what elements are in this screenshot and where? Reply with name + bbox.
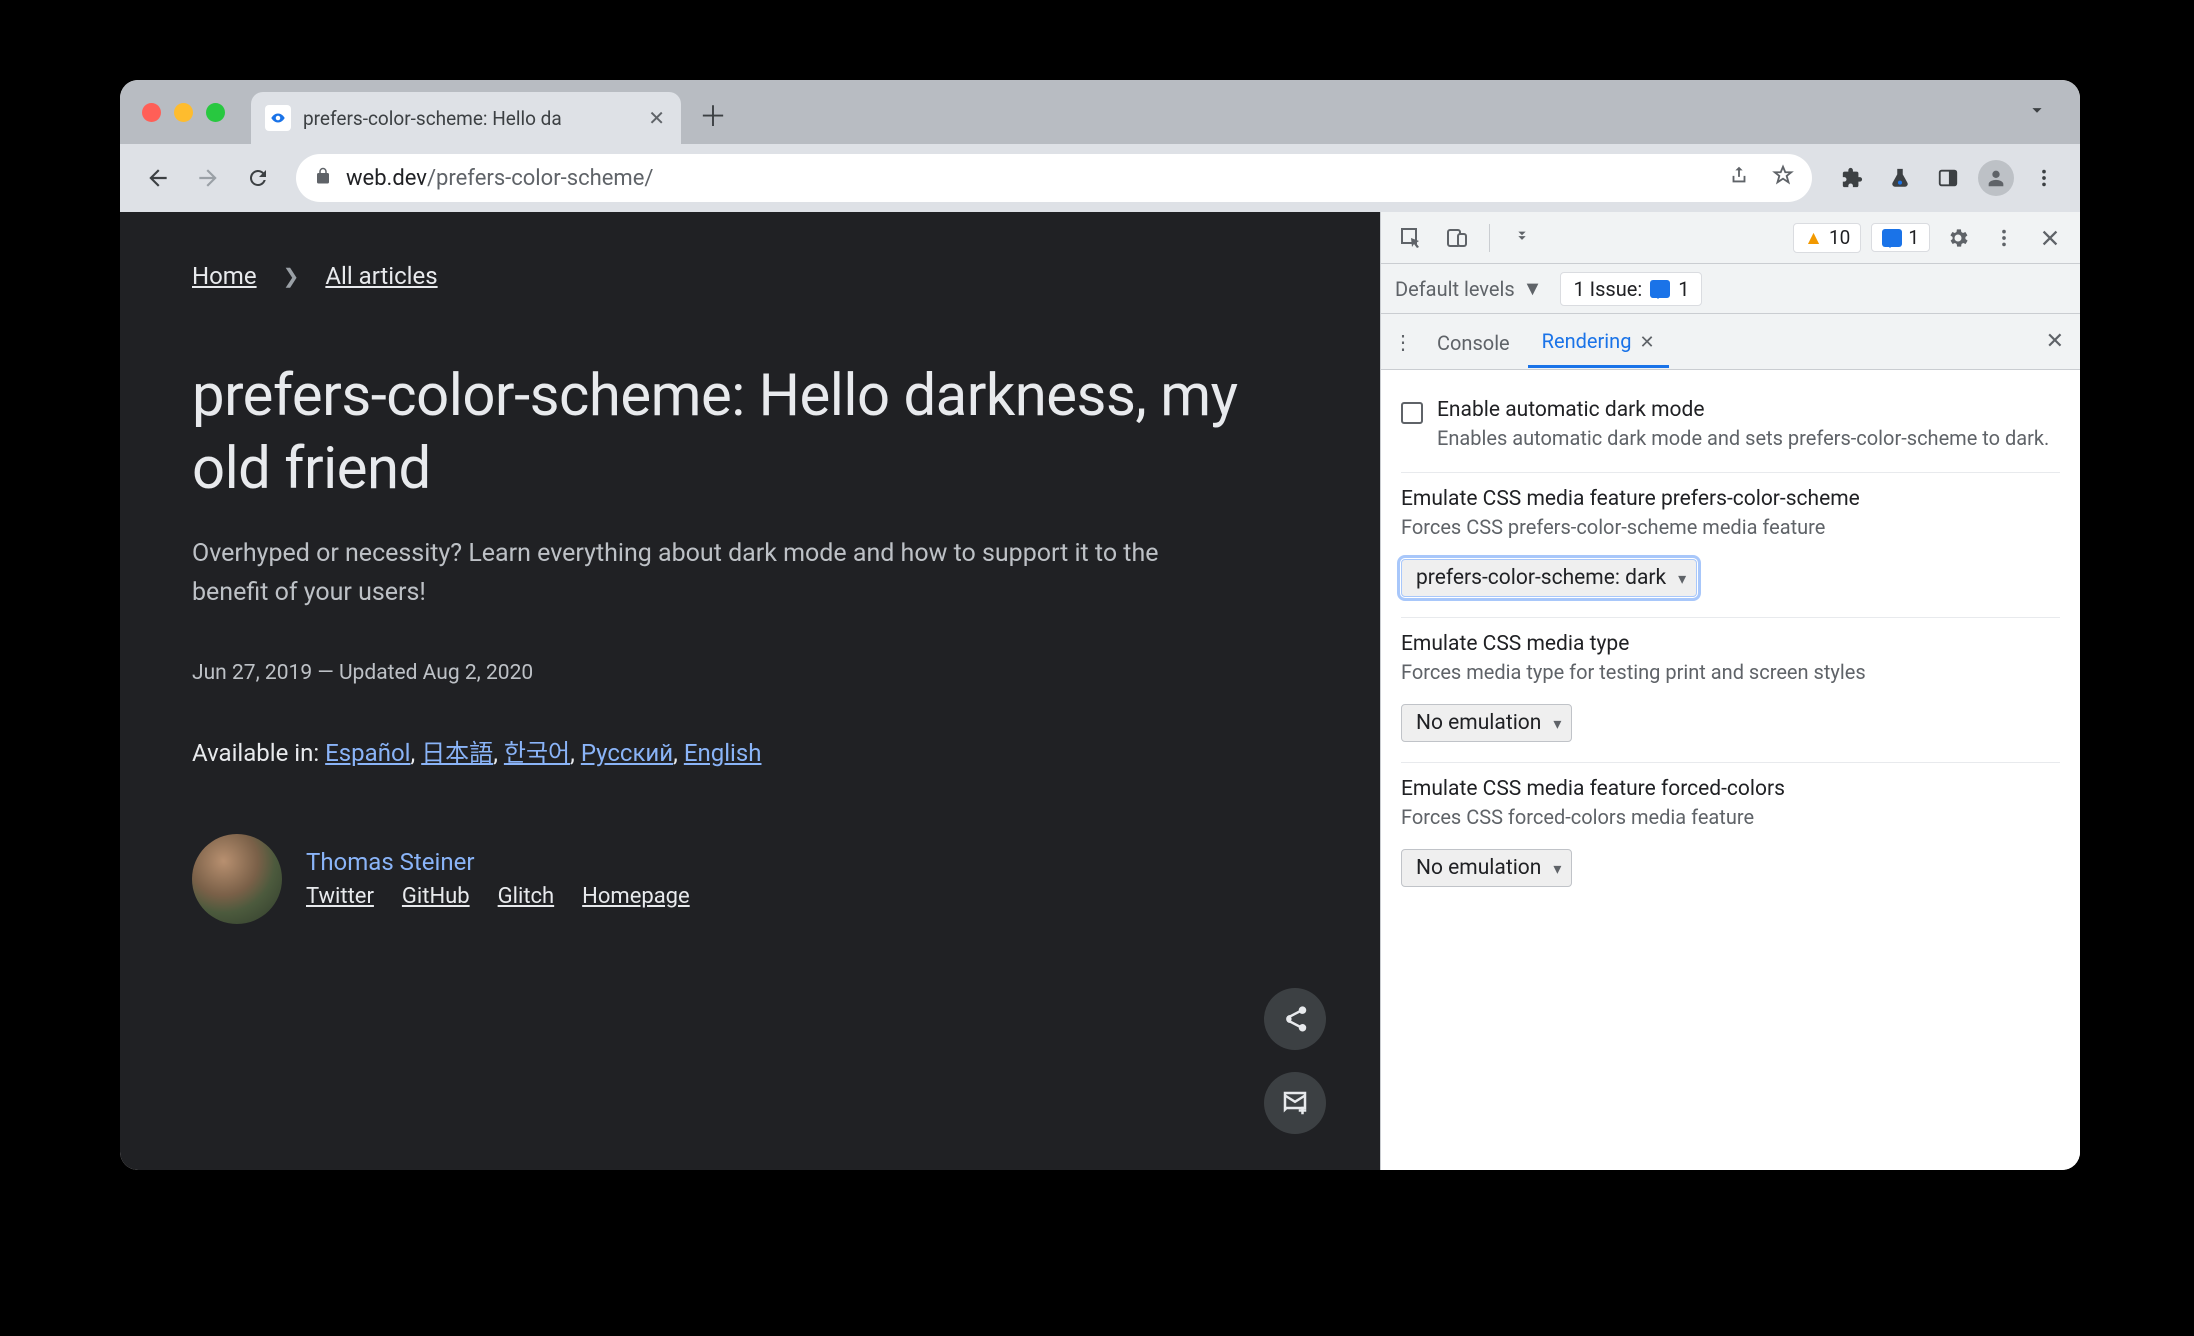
bookmark-star-icon[interactable] [1772, 164, 1794, 192]
address-bar[interactable]: web.dev/prefers-color-scheme/ [296, 154, 1812, 202]
drawer-tabs: ⋮ Console Rendering✕ ✕ [1381, 314, 2080, 370]
close-icon[interactable]: ✕ [1639, 332, 1654, 353]
tab-console[interactable]: Console [1423, 317, 1524, 367]
devtools-toolbar: ▲ 10 1 [1381, 212, 2080, 264]
toolbar-actions [1832, 158, 2064, 198]
lang-link[interactable]: Русский [581, 739, 673, 767]
favicon-icon [265, 105, 291, 131]
log-levels-dropdown[interactable]: Default levels ▼ [1395, 276, 1542, 301]
window-controls [142, 103, 225, 122]
author-block: Thomas Steiner Twitter GitHub Glitch Hom… [192, 834, 1308, 924]
settings-gear-icon[interactable] [1940, 220, 1976, 256]
console-filter-bar: Default levels ▼ 1 Issue: 1 [1381, 264, 2080, 314]
author-link-homepage[interactable]: Homepage [582, 884, 690, 909]
lang-link[interactable]: Español [325, 739, 410, 767]
forced-colors-select[interactable]: No emulation [1401, 849, 1572, 887]
web-page: Home ❯ All articles prefers-color-scheme… [120, 212, 1380, 1170]
labs-icon[interactable] [1880, 158, 1920, 198]
author-links: Twitter GitHub Glitch Homepage [306, 884, 690, 909]
section-desc: Forces CSS forced-colors media feature [1401, 803, 2060, 831]
section-desc: Forces CSS prefers-color-scheme media fe… [1401, 513, 2060, 541]
profile-avatar[interactable] [1976, 158, 2016, 198]
messages-badge[interactable]: 1 [1871, 223, 1930, 252]
page-subtitle: Overhyped or necessity? Learn everything… [192, 535, 1212, 613]
tabs-overflow-icon[interactable] [2026, 99, 2048, 125]
reload-button[interactable] [236, 156, 280, 200]
content-area: Home ❯ All articles prefers-color-scheme… [120, 212, 2080, 1170]
chevron-right-icon: ❯ [283, 264, 300, 288]
section-title: Emulate CSS media type [1401, 632, 2060, 656]
tab-rendering[interactable]: Rendering✕ [1528, 315, 1669, 368]
issue-count: 1 [1678, 277, 1689, 301]
close-drawer-icon[interactable]: ✕ [2046, 329, 2064, 354]
devtools-kebab-icon[interactable] [1986, 220, 2022, 256]
section-forced-colors: Emulate CSS media feature forced-colors … [1401, 763, 2060, 907]
drawer-menu-icon[interactable]: ⋮ [1387, 330, 1419, 354]
close-window-button[interactable] [142, 103, 161, 122]
close-tab-icon[interactable]: ✕ [648, 106, 665, 130]
browser-toolbar: web.dev/prefers-color-scheme/ [120, 144, 2080, 212]
browser-window: prefers-color-scheme: Hello da ✕ ＋ web.d… [120, 80, 2080, 1170]
warnings-badge[interactable]: ▲ 10 [1793, 223, 1861, 253]
forward-button[interactable] [186, 156, 230, 200]
auto-dark-mode-checkbox[interactable] [1401, 402, 1423, 424]
separator [1489, 224, 1490, 252]
device-toggle-icon[interactable] [1439, 220, 1475, 256]
section-title: Enable automatic dark mode [1437, 398, 2049, 422]
message-icon [1882, 229, 1902, 247]
url-text: web.dev/prefers-color-scheme/ [346, 166, 653, 191]
media-type-select[interactable]: No emulation [1401, 704, 1572, 742]
messages-count: 1 [1908, 226, 1919, 249]
extensions-icon[interactable] [1832, 158, 1872, 198]
close-devtools-icon[interactable] [2032, 220, 2068, 256]
available-in: Available in: Español, 日本語, 한국어, Русский… [192, 733, 1308, 768]
warning-icon: ▲ [1804, 226, 1823, 250]
section-title: Emulate CSS media feature forced-colors [1401, 777, 2060, 801]
tab-strip: prefers-color-scheme: Hello da ✕ ＋ [120, 80, 2080, 144]
section-media-type: Emulate CSS media type Forces media type… [1401, 618, 2060, 763]
rendering-panel: Enable automatic dark mode Enables autom… [1381, 370, 2080, 1170]
lang-link[interactable]: 한국어 [504, 739, 570, 767]
page-title: prefers-color-scheme: Hello darkness, my… [192, 360, 1308, 505]
more-tabs-icon[interactable] [1504, 220, 1540, 256]
prefers-color-scheme-select[interactable]: prefers-color-scheme: dark [1401, 559, 1697, 597]
available-label: Available in: [192, 739, 325, 767]
author-avatar [192, 834, 282, 924]
message-icon [1650, 280, 1670, 298]
devtools-panel: ▲ 10 1 [1380, 212, 2080, 1170]
kebab-menu-icon[interactable] [2024, 158, 2064, 198]
back-button[interactable] [136, 156, 180, 200]
issues-button[interactable]: 1 Issue: 1 [1560, 272, 1702, 306]
inspect-element-icon[interactable] [1393, 220, 1429, 256]
section-prefers-color-scheme: Emulate CSS media feature prefers-color-… [1401, 473, 2060, 618]
author-name[interactable]: Thomas Steiner [306, 848, 690, 876]
lang-link[interactable]: 日本語 [421, 739, 493, 767]
warnings-count: 10 [1829, 226, 1850, 249]
floating-actions [1264, 988, 1326, 1134]
share-fab[interactable] [1264, 988, 1326, 1050]
new-tab-button[interactable]: ＋ [691, 93, 735, 137]
issue-label: 1 Issue: [1573, 277, 1642, 301]
subscribe-fab[interactable] [1264, 1072, 1326, 1134]
breadcrumb: Home ❯ All articles [192, 262, 1308, 290]
page-dateline: Jun 27, 2019 — Updated Aug 2, 2020 [192, 661, 1308, 685]
author-link-github[interactable]: GitHub [402, 884, 470, 909]
lock-icon [314, 166, 332, 190]
breadcrumb-all-articles[interactable]: All articles [325, 262, 437, 290]
share-icon[interactable] [1728, 164, 1750, 192]
author-link-twitter[interactable]: Twitter [306, 884, 374, 909]
section-desc: Enables automatic dark mode and sets pre… [1437, 424, 2049, 452]
side-panel-icon[interactable] [1928, 158, 1968, 198]
minimize-window-button[interactable] [174, 103, 193, 122]
breadcrumb-home[interactable]: Home [192, 262, 257, 290]
tab-title: prefers-color-scheme: Hello da [303, 107, 640, 130]
fullscreen-window-button[interactable] [206, 103, 225, 122]
author-link-glitch[interactable]: Glitch [498, 884, 555, 909]
section-title: Emulate CSS media feature prefers-color-… [1401, 487, 2060, 511]
lang-link[interactable]: English [684, 739, 762, 767]
section-auto-dark-mode: Enable automatic dark mode Enables autom… [1401, 384, 2060, 473]
browser-tab[interactable]: prefers-color-scheme: Hello da ✕ [251, 92, 681, 144]
section-desc: Forces media type for testing print and … [1401, 658, 2060, 686]
